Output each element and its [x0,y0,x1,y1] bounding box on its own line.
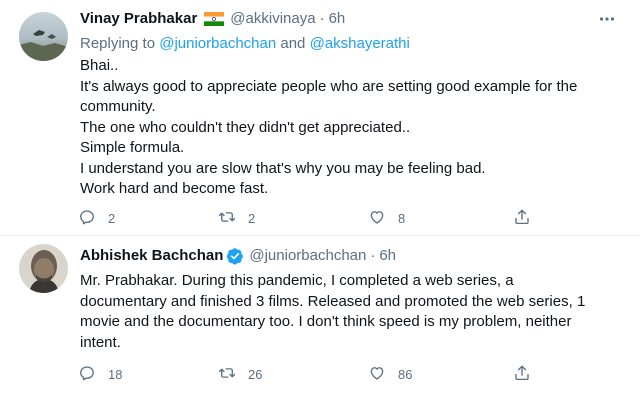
reply-button[interactable]: 2 [78,208,115,229]
author-name[interactable]: Vinay Prabhakar [80,9,197,29]
reply-icon [78,364,96,385]
reply-button[interactable]: 18 [78,364,122,385]
replying-to: Replying to @juniorbachchan and @akshaye… [80,34,410,54]
text-line: Mr. Prabhakar. During this pandemic, I c… [80,272,514,289]
text-line: intent. [80,333,121,351]
retweet-count: 2 [248,211,256,226]
like-button[interactable]: 8 [368,208,405,229]
tweet-vinay-prabhakar[interactable]: Vinay Prabhakar @akkivinaya · 6h Replyin… [0,0,640,236]
action-bar: 2 2 8 [78,208,548,230]
retweet-button[interactable]: 2 [218,208,255,229]
author-handle[interactable]: @juniorbachchan [249,246,366,266]
like-count: 8 [398,211,406,226]
retweet-icon [218,208,236,229]
retweet-icon [218,364,236,385]
tweet-abhishek-bachchan[interactable]: Abhishek Bachchan @juniorbachchan · 6h M… [0,236,640,401]
text-line: It's always good to appreciate people wh… [80,77,578,95]
reply-count: 2 [108,211,116,226]
share-button[interactable] [513,208,531,229]
tweet-text: Mr. Prabhakar. During this pandemic, I c… [80,271,625,353]
heart-icon [368,208,386,229]
reply-count: 18 [108,367,123,382]
text-line: movie and the documentary too. I don't t… [80,313,572,330]
india-flag-icon [204,12,225,26]
heart-icon [368,364,386,385]
timestamp[interactable]: 6h [329,9,346,29]
text-line: community. [80,98,156,115]
text-line: Work hard and become fast. [80,180,269,197]
separator-dot: · [370,247,376,264]
separator-dot: · [319,10,325,27]
text-line: The one who couldn't they didn't get app… [80,118,411,136]
share-icon [513,208,531,229]
reply-icon [78,208,96,229]
text-line: documentary and finished 3 films. Releas… [80,292,586,310]
text-line: Bhai.. [80,57,119,74]
tweet-text: Bhai.. It's always good to appreciate pe… [80,56,625,200]
action-bar: 18 26 86 [78,364,548,386]
text-line: I understand you are slow that's why you… [80,159,486,177]
avatar-abhishek-bachchan[interactable] [19,244,68,293]
retweet-button[interactable]: 26 [218,364,262,385]
timestamp[interactable]: 6h [379,246,396,266]
verified-badge-icon [226,247,244,265]
author-handle[interactable]: @akkivinaya [230,9,315,29]
text-line: Simple formula. [80,139,185,156]
share-button[interactable] [513,364,531,385]
replying-prefix: Replying to [80,35,156,52]
share-icon [513,364,531,385]
mention-link[interactable]: @akshayerathi [310,35,410,52]
retweet-count: 26 [248,367,263,382]
like-button[interactable]: 86 [368,364,412,385]
mention-link[interactable]: @juniorbachchan [159,35,276,52]
more-icon[interactable] [598,10,616,28]
like-count: 86 [398,367,413,382]
avatar-vinay-prabhakar[interactable] [19,12,68,61]
replying-and: and [280,35,306,52]
author-name[interactable]: Abhishek Bachchan [80,246,223,266]
